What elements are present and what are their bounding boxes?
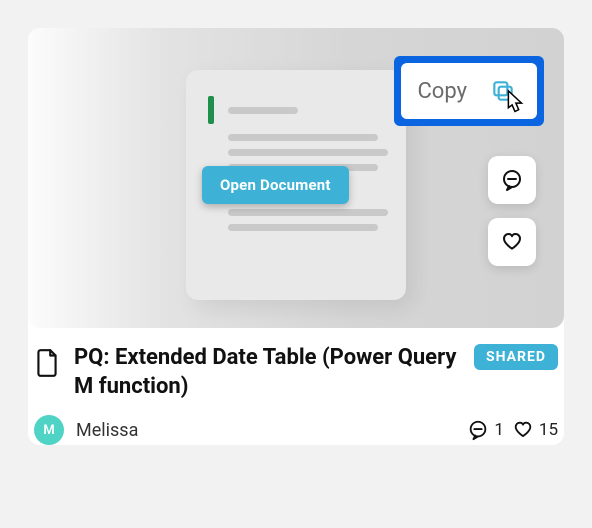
chat-icon bbox=[467, 419, 489, 441]
document-card: Open Document Copy bbox=[28, 28, 564, 445]
copy-button[interactable]: Copy bbox=[401, 63, 537, 119]
author-name[interactable]: Melissa bbox=[76, 420, 455, 441]
heart-icon bbox=[512, 419, 534, 441]
chat-icon bbox=[500, 168, 524, 192]
comment-button[interactable] bbox=[488, 156, 536, 204]
avatar[interactable]: M bbox=[34, 415, 64, 445]
shared-badge: SHARED bbox=[474, 344, 558, 370]
file-icon bbox=[34, 348, 60, 382]
card-meta: PQ: Extended Date Table (Power Query M f… bbox=[28, 328, 564, 401]
pointer-cursor-icon bbox=[499, 87, 529, 121]
comments-count: 1 bbox=[494, 420, 504, 440]
open-document-button[interactable]: Open Document bbox=[202, 166, 349, 204]
card-footer: M Melissa 1 15 bbox=[28, 401, 564, 445]
card-title[interactable]: PQ: Extended Date Table (Power Query M f… bbox=[74, 344, 462, 401]
likes-stat[interactable]: 15 bbox=[512, 419, 558, 441]
copy-icon bbox=[485, 73, 521, 109]
like-button[interactable] bbox=[488, 218, 536, 266]
card-thumbnail[interactable]: Open Document Copy bbox=[28, 28, 564, 328]
card-stats: 1 15 bbox=[467, 419, 558, 441]
copy-label: Copy bbox=[417, 79, 467, 104]
comments-stat[interactable]: 1 bbox=[467, 419, 504, 441]
likes-count: 15 bbox=[539, 420, 558, 440]
heart-icon bbox=[500, 230, 524, 254]
copy-highlight: Copy bbox=[394, 56, 544, 126]
